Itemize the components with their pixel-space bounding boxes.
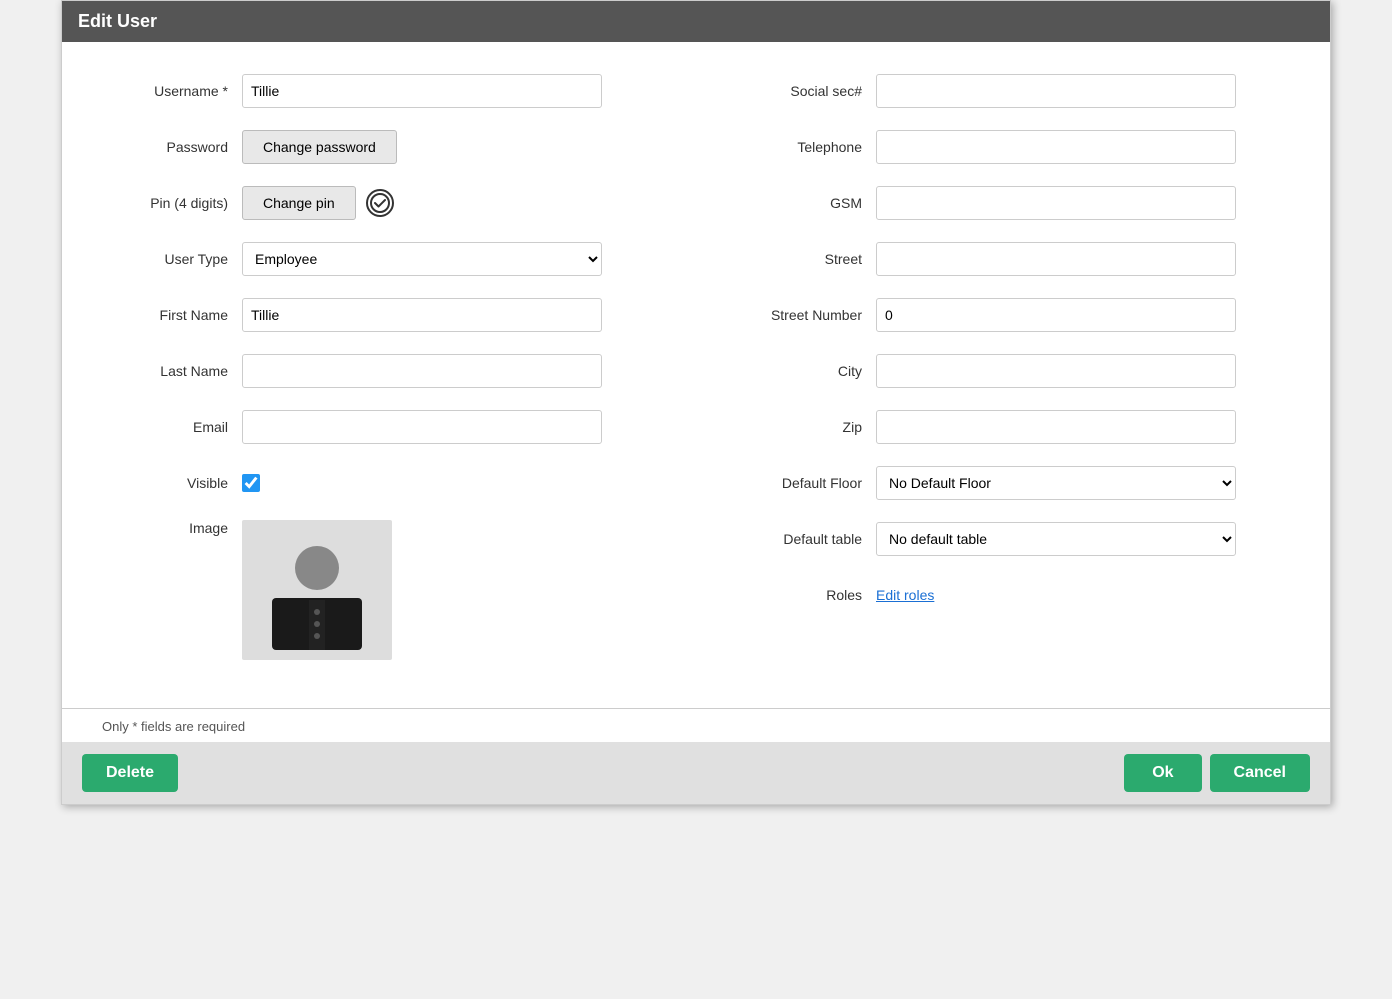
zip-row: Zip [716,408,1290,446]
email-row: Email [102,408,676,446]
required-note: Only * fields are required [62,709,1330,742]
delete-button[interactable]: Delete [82,754,178,792]
zip-input[interactable] [876,410,1236,444]
social-sec-row: Social sec# [716,72,1290,110]
window-title: Edit User [78,11,157,31]
user-image [242,520,392,660]
username-input[interactable] [242,74,602,108]
zip-label: Zip [716,419,876,435]
visible-checkbox[interactable] [242,474,260,492]
telephone-row: Telephone [716,128,1290,166]
edit-roles-link[interactable]: Edit roles [876,587,934,603]
city-row: City [716,352,1290,390]
email-label: Email [102,419,242,435]
pin-controls: Change pin [242,186,394,220]
street-number-input[interactable] [876,298,1236,332]
username-label: Username * [102,83,242,99]
form-body: Username * Password Change password Pin … [62,42,1330,698]
left-column: Username * Password Change password Pin … [102,72,676,678]
last-name-input[interactable] [242,354,602,388]
first-name-input[interactable] [242,298,602,332]
title-bar: Edit User [62,1,1330,42]
right-buttons: Ok Cancel [1124,754,1310,792]
pin-label: Pin (4 digits) [102,195,242,211]
right-column: Social sec# Telephone GSM Street Street … [716,72,1290,678]
city-label: City [716,363,876,379]
default-table-label: Default table [716,531,876,547]
image-label: Image [102,520,242,536]
image-row: Image [102,520,676,660]
roles-label: Roles [716,587,876,603]
city-input[interactable] [876,354,1236,388]
pin-check-icon [366,189,394,217]
default-floor-label: Default Floor [716,475,876,491]
change-password-button[interactable]: Change password [242,130,397,164]
street-row: Street [716,240,1290,278]
gsm-label: GSM [716,195,876,211]
default-table-select[interactable]: No default table [876,522,1236,556]
pin-row: Pin (4 digits) Change pin [102,184,676,222]
street-number-row: Street Number [716,296,1290,334]
user-type-select[interactable]: Employee Manager Admin [242,242,602,276]
social-sec-input[interactable] [876,74,1236,108]
user-type-row: User Type Employee Manager Admin [102,240,676,278]
password-row: Password Change password [102,128,676,166]
last-name-row: Last Name [102,352,676,390]
default-floor-select[interactable]: No Default Floor [876,466,1236,500]
username-row: Username * [102,72,676,110]
change-pin-button[interactable]: Change pin [242,186,356,220]
gsm-row: GSM [716,184,1290,222]
street-label: Street [716,251,876,267]
telephone-label: Telephone [716,139,876,155]
gsm-input[interactable] [876,186,1236,220]
ok-button[interactable]: Ok [1124,754,1201,792]
social-sec-label: Social sec# [716,83,876,99]
street-number-label: Street Number [716,307,876,323]
password-label: Password [102,139,242,155]
street-input[interactable] [876,242,1236,276]
visible-label: Visible [102,475,242,491]
edit-user-window: Edit User Username * Password Change pas… [61,0,1331,805]
telephone-input[interactable] [876,130,1236,164]
footer-buttons: Delete Ok Cancel [62,742,1330,804]
user-type-label: User Type [102,251,242,267]
roles-row: Roles Edit roles [716,576,1290,614]
avatar-icon [257,530,377,650]
default-floor-row: Default Floor No Default Floor [716,464,1290,502]
first-name-row: First Name [102,296,676,334]
visible-row: Visible [102,464,676,502]
checkmark-icon [370,193,390,213]
first-name-label: First Name [102,307,242,323]
email-input[interactable] [242,410,602,444]
default-table-row: Default table No default table [716,520,1290,558]
cancel-button[interactable]: Cancel [1210,754,1310,792]
last-name-label: Last Name [102,363,242,379]
